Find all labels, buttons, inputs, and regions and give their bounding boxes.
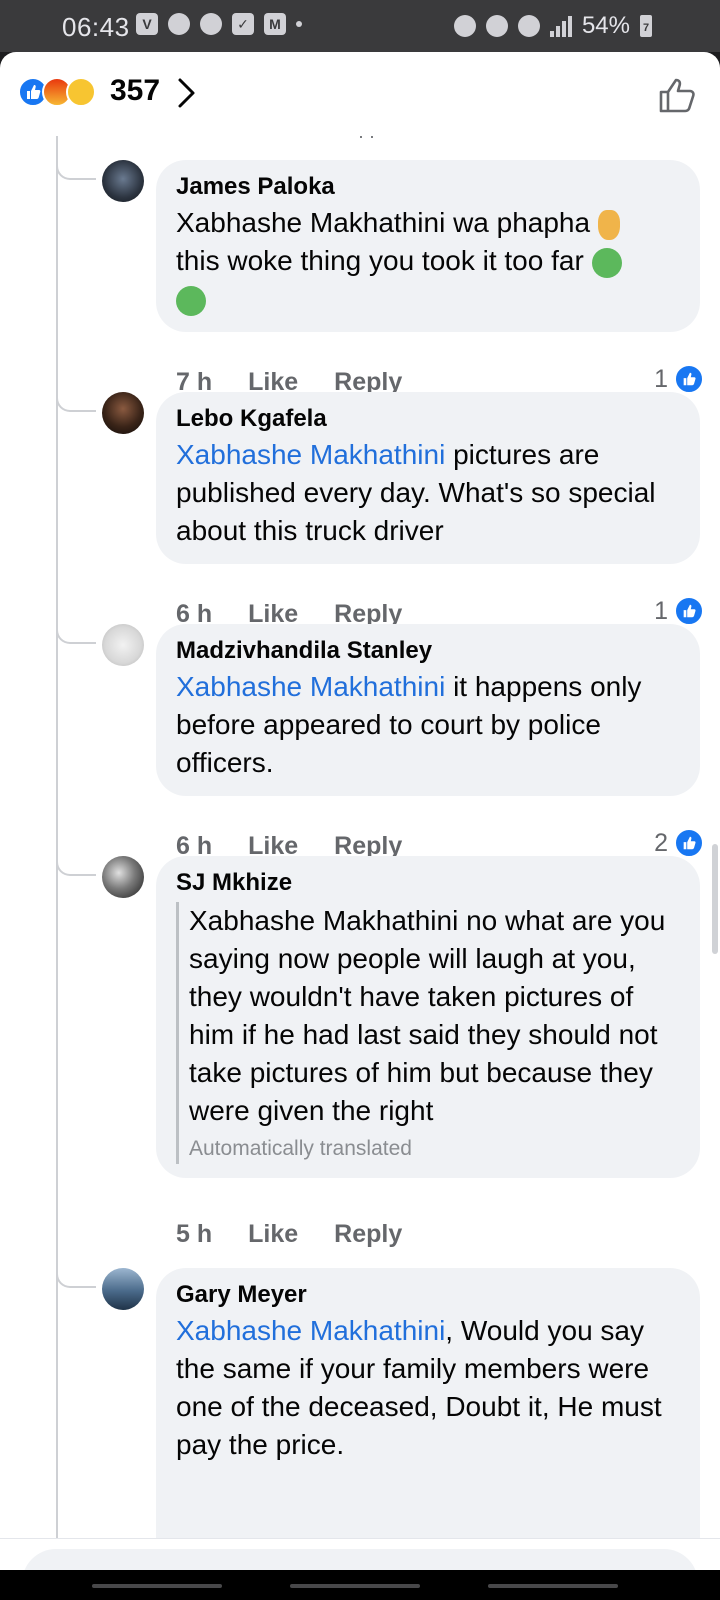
comment-like-count[interactable]: 1 [654, 364, 704, 394]
reactions-header[interactable]: 357 [0, 52, 720, 136]
comment-composer: Write a comment… [0, 1538, 720, 1570]
like-badge-icon [674, 364, 704, 394]
pointing-up-emoji-icon [597, 209, 620, 240]
reaction-count: 357 [110, 74, 161, 107]
comment-text-part: Xabhashe Makhathini wa phapha [176, 207, 598, 238]
comment-bubble[interactable]: Gary Meyer Xabhashe Makhathini, Would yo… [156, 1268, 700, 1538]
comments-list[interactable]: · · James Paloka Xabhashe Makhathini wa … [0, 136, 720, 1538]
nav-back-button[interactable] [488, 1584, 618, 1588]
comment-text: Xabhashe Makhathini pictures are publish… [176, 436, 680, 550]
comment-author[interactable]: Madzivhandila Stanley [176, 636, 680, 666]
like-badge-icon [674, 828, 704, 858]
translation-label[interactable]: Automatically translated [189, 1134, 680, 1164]
mention-link[interactable]: Xabhashe Makhathini [176, 439, 445, 470]
comment-bubble[interactable]: SJ Mkhize Xabhashe Makhathini no what ar… [156, 856, 700, 1178]
like-outline-icon[interactable] [658, 76, 698, 114]
battery-percent: 54% [581, 12, 630, 39]
avatar[interactable] [102, 856, 144, 898]
reply-branch [56, 624, 96, 644]
like-count-number: 2 [654, 828, 668, 857]
chevron-right-icon[interactable] [176, 76, 198, 110]
avatar[interactable] [102, 160, 144, 202]
facepalm-emoji-icon [591, 247, 622, 278]
comment-text: Xabhashe Makhathini, Would you say the s… [176, 1312, 680, 1464]
comment-author[interactable]: Gary Meyer [176, 1280, 680, 1310]
comments-sheet: 357 · · James Paloka Xabhashe Makhathini… [0, 52, 720, 1570]
nav-home-button[interactable] [290, 1584, 420, 1588]
comment-like-count[interactable]: 1 [654, 596, 704, 626]
status-left-icons: V ✓ M [136, 13, 302, 35]
like-count-number: 1 [654, 596, 668, 625]
comment-text: Xabhashe Makhathini no what are you sayi… [189, 905, 666, 1126]
like-count-number: 1 [654, 364, 668, 393]
alarm-icon [453, 15, 476, 37]
sad-reaction-icon [66, 77, 96, 107]
signal-icon [549, 15, 572, 37]
comment-author[interactable]: James Paloka [176, 172, 680, 202]
avatar[interactable] [102, 1268, 144, 1310]
checkbox-icon: ✓ [232, 13, 254, 35]
comment-bubble[interactable]: James Paloka Xabhashe Makhathini wa phap… [156, 160, 700, 332]
comment-time[interactable]: 5 h [176, 1220, 212, 1249]
reply-branch [56, 160, 96, 180]
status-right-icons: 54% 7 [453, 12, 652, 40]
comment-author[interactable]: SJ Mkhize [176, 868, 680, 898]
like-button[interactable]: Like [248, 1220, 298, 1249]
comment-bubble[interactable]: Lebo Kgafela Xabhashe Makhathini picture… [156, 392, 700, 564]
scrollbar[interactable] [712, 844, 718, 954]
gmail-icon: M [264, 13, 286, 35]
app-icon: V [136, 13, 158, 35]
comment-author[interactable]: Lebo Kgafela [176, 404, 680, 434]
truncated-reply-label: · · [358, 136, 375, 146]
wifi-icon [517, 15, 540, 37]
status-time: 06:43 [62, 12, 130, 42]
mention-link[interactable]: Xabhashe Makhathini [176, 671, 445, 702]
avatar[interactable] [102, 392, 144, 434]
comment-text: Xabhashe Makhathini wa phapha this woke … [176, 204, 680, 318]
comment-like-count[interactable]: 2 [654, 828, 704, 858]
hands-up-emoji-icon [176, 285, 206, 316]
thread-line [56, 136, 58, 1538]
system-nav-bar [0, 1570, 720, 1600]
comment-text: Xabhashe Makhathini it happens only befo… [176, 668, 680, 782]
comment-input[interactable]: Write a comment… [22, 1549, 698, 1570]
avatar[interactable] [102, 624, 144, 666]
reply-branch [56, 856, 96, 876]
reaction-icons [18, 77, 108, 107]
alarm-icon [200, 13, 222, 35]
reply-branch [56, 392, 96, 412]
comment-text-part: this woke thing you took it too far [176, 245, 584, 276]
mention-link[interactable]: Xabhashe Makhathini [176, 1315, 445, 1346]
like-badge-icon [674, 596, 704, 626]
reply-branch [56, 1268, 96, 1288]
nav-recents-button[interactable] [92, 1584, 222, 1588]
comment-actions: 5 h Like Reply [176, 1220, 402, 1249]
comment-bubble[interactable]: Madzivhandila Stanley Xabhashe Makhathin… [156, 624, 700, 796]
translated-quote: Xabhashe Makhathini no what are you sayi… [176, 902, 680, 1164]
status-bar: 06:43 V ✓ M 54% 7 [0, 0, 720, 52]
more-notifications-icon [296, 21, 302, 27]
reply-button[interactable]: Reply [334, 1220, 402, 1249]
notification-icon [168, 13, 190, 35]
battery-icon: 7 [640, 15, 652, 37]
mute-icon [485, 15, 508, 37]
